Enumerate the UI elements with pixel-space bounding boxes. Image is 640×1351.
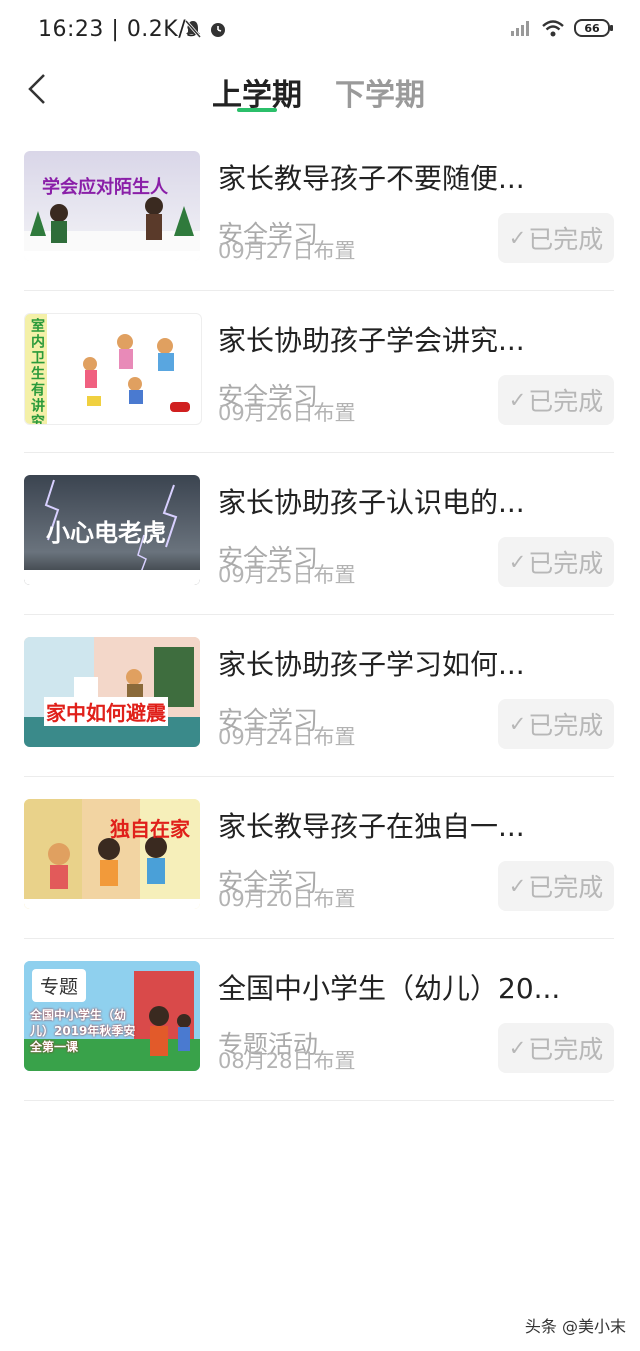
list-item[interactable]: 小心电老虎 家长协助孩子认识电的... 安全学习 09月25日布置 ✓ 已完成: [24, 453, 614, 615]
snow-scene-illustration: [24, 197, 200, 261]
list-item[interactable]: 独自在家 家长教导孩子在独自一... 安全学习 09月20日布置 ✓ 已完成: [24, 777, 614, 939]
check-icon: ✓: [508, 550, 527, 574]
signal-icon: [511, 21, 529, 36]
wifi-icon: [542, 19, 564, 36]
cleaning-illustration: [25, 314, 190, 424]
check-icon: ✓: [508, 874, 527, 898]
thumbnail: 独自在家: [24, 799, 200, 909]
header: 上学期 下学期: [0, 60, 640, 124]
assignment-list: 学会应对陌生人 家长教导孩子不要随便... 安全学习 09月27日布置 ✓ 已完成…: [24, 129, 614, 1101]
active-tab-indicator: [237, 108, 277, 112]
item-date: 09月24日布置: [218, 725, 356, 749]
list-item[interactable]: 学会应对陌生人 家长教导孩子不要随便... 安全学习 09月27日布置 ✓ 已完成: [24, 129, 614, 291]
watermark: 头条 @美小末: [524, 1317, 626, 1336]
mute-bell-icon: [184, 20, 202, 38]
completed-button[interactable]: ✓ 已完成: [498, 1023, 614, 1073]
status-label: 已完成: [528, 225, 604, 254]
thumbnail: 小心电老虎: [24, 475, 200, 585]
item-date: 09月27日布置: [218, 239, 356, 263]
item-date: 08月28日布置: [218, 1049, 356, 1073]
check-icon: ✓: [508, 1036, 527, 1060]
item-date: 09月26日布置: [218, 401, 356, 425]
thumbnail-title: 小心电老虎: [46, 519, 166, 547]
status-label: 已完成: [528, 1035, 604, 1064]
topic-badge: 专题: [32, 969, 87, 1002]
status-icons-right: 66: [510, 19, 613, 37]
status-icons-left: [184, 19, 228, 39]
status-label: 已完成: [528, 873, 604, 902]
completed-button[interactable]: ✓ 已完成: [498, 699, 614, 749]
check-icon: ✓: [508, 388, 527, 412]
item-title: 家长协助孩子认识电的...: [218, 486, 525, 519]
item-date: 09月20日布置: [218, 887, 356, 911]
list-item[interactable]: 家中如何避震 家长协助孩子学习如何... 安全学习 09月24日布置 ✓ 已完成: [24, 615, 614, 777]
thumbnail: 室内卫生有讲究: [24, 313, 202, 425]
item-title: 家长教导孩子不要随便...: [218, 162, 525, 195]
thumbnail-title: 室内卫生有讲究: [29, 318, 45, 425]
thumbnail: 家中如何避震: [24, 637, 200, 747]
list-item[interactable]: 专题 全国中小学生（幼儿）2019年秋季安全第一课 全国中小学生（幼儿）20..…: [24, 939, 614, 1101]
status-label: 已完成: [528, 711, 604, 740]
battery-icon: 66: [574, 19, 613, 37]
status-time: 16:23 | 0.2K/s: [38, 17, 199, 42]
thumbnail-title: 独自在家: [110, 817, 190, 841]
back-arrow-icon[interactable]: [22, 72, 54, 106]
status-label: 已完成: [528, 387, 604, 416]
list-item[interactable]: 室内卫生有讲究 家长协助孩子学会讲究... 安全学习 09月26日布置 ✓ 已完成: [24, 291, 614, 453]
thumbnail-title: 家中如何避震: [44, 697, 168, 726]
completed-button[interactable]: ✓ 已完成: [498, 861, 614, 911]
item-title: 家长协助孩子学习如何...: [218, 648, 525, 681]
earthquake-illustration: [24, 637, 200, 747]
completed-button[interactable]: ✓ 已完成: [498, 213, 614, 263]
item-title: 家长协助孩子学会讲究...: [218, 324, 525, 357]
tab-second-semester[interactable]: 下学期: [335, 70, 425, 114]
check-icon: ✓: [508, 226, 527, 250]
item-title: 全国中小学生（幼儿）20...: [218, 972, 561, 1005]
alarm-icon: [211, 23, 225, 37]
completed-button[interactable]: ✓ 已完成: [498, 375, 614, 425]
thumbnail: 学会应对陌生人: [24, 151, 200, 261]
completed-button[interactable]: ✓ 已完成: [498, 537, 614, 587]
thumbnail: 专题 全国中小学生（幼儿）2019年秋季安全第一课: [24, 961, 200, 1071]
item-title: 家长教导孩子在独自一...: [218, 810, 525, 843]
status-bar: 16:23 | 0.2K/s 66: [0, 0, 640, 60]
thumbnail-title: 全国中小学生（幼儿）2019年秋季安全第一课: [30, 1008, 136, 1054]
item-date: 09月25日布置: [218, 563, 356, 587]
status-label: 已完成: [528, 549, 604, 578]
check-icon: ✓: [508, 712, 527, 736]
thumbnail-title: 学会应对陌生人: [42, 177, 168, 198]
